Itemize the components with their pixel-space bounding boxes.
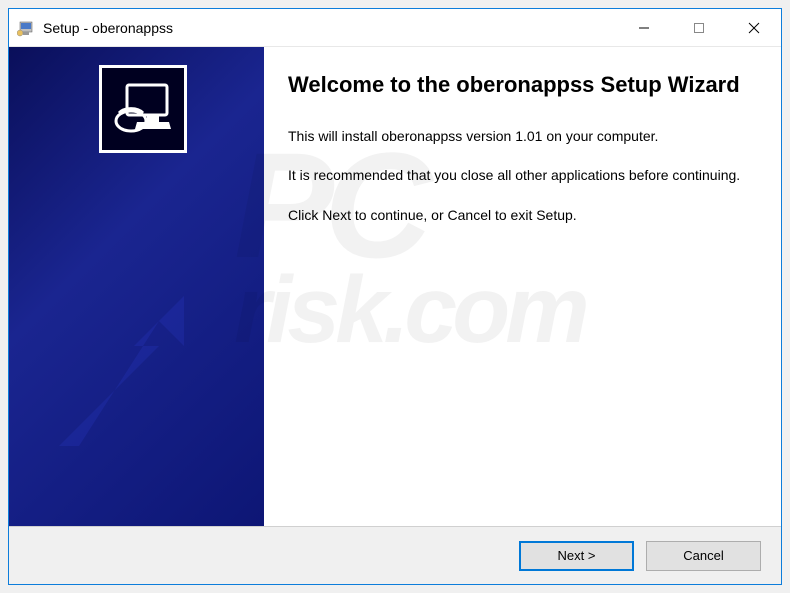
wizard-right-panel: PC risk.com Welcome to the oberonappss S… — [264, 47, 781, 526]
titlebar: Setup - oberonappss — [9, 9, 781, 47]
background-arrow-icon — [39, 276, 229, 466]
button-bar: Next > Cancel — [9, 526, 781, 584]
wizard-left-panel — [9, 47, 264, 526]
installer-icon — [17, 19, 35, 37]
next-button[interactable]: Next > — [519, 541, 634, 571]
content-area: PC risk.com Welcome to the oberonappss S… — [9, 47, 781, 526]
wizard-paragraph-3: Click Next to continue, or Cancel to exi… — [288, 206, 751, 226]
wizard-computer-icon — [99, 65, 187, 153]
wizard-paragraph-2: It is recommended that you close all oth… — [288, 166, 751, 186]
close-icon — [748, 22, 760, 34]
maximize-button[interactable] — [671, 9, 726, 46]
minimize-icon — [638, 22, 650, 34]
close-button[interactable] — [726, 9, 781, 46]
cancel-button[interactable]: Cancel — [646, 541, 761, 571]
window-title: Setup - oberonappss — [43, 20, 616, 36]
minimize-button[interactable] — [616, 9, 671, 46]
window-controls — [616, 9, 781, 46]
wizard-paragraph-1: This will install oberonappss version 1.… — [288, 127, 751, 147]
watermark-line2: risk.com — [234, 270, 781, 351]
setup-window: Setup - oberonappss — [8, 8, 782, 585]
maximize-icon — [693, 22, 705, 34]
wizard-heading: Welcome to the oberonappss Setup Wizard — [288, 71, 751, 99]
